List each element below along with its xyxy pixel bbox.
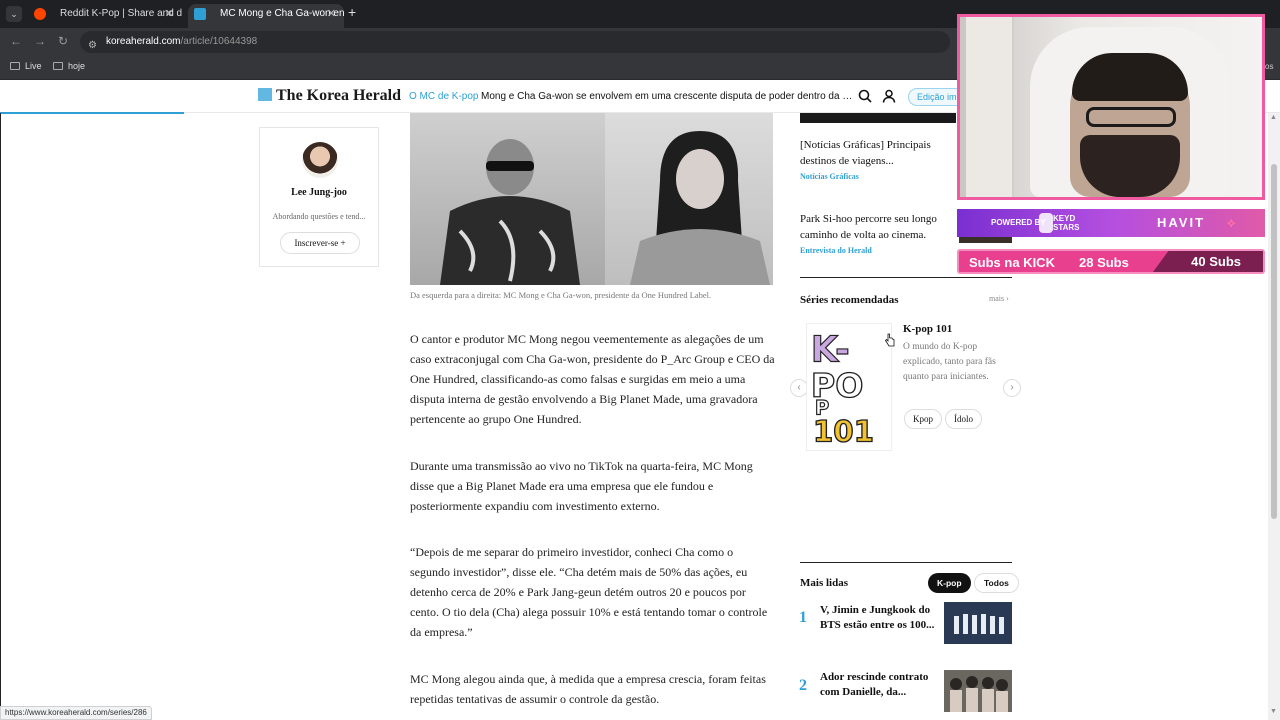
close-icon[interactable]: ✕ — [165, 4, 174, 24]
tab-title: MC Mong e Cha Ga-won envolv — [220, 8, 344, 19]
webcam-beard — [1080, 135, 1180, 197]
bookmark-live[interactable]: Live — [10, 61, 42, 71]
author-card: Lee Jung-joo Abordando questões e tend..… — [259, 127, 379, 267]
sidebar-story-category[interactable]: Entrevista do Herald — [800, 246, 872, 255]
tab-search-icon[interactable]: ⌄ — [6, 6, 22, 22]
most-read-title[interactable]: V, Jimin e Jungkook do BTS estão entre o… — [820, 603, 938, 633]
article-photo — [410, 113, 773, 285]
author-name[interactable]: Lee Jung-joo — [260, 187, 378, 198]
subs-goal-segment: 40 Subs — [1153, 251, 1263, 272]
most-read-heading: Mais lidas — [800, 577, 848, 589]
screen: ⌄ Reddit K-Pop | Share and disco ✕ MC Mo… — [0, 0, 1280, 720]
site-info-icon[interactable]: ⚙ — [88, 35, 97, 57]
back-icon[interactable]: ← — [10, 34, 22, 48]
scroll-down-icon[interactable]: ▼ — [1270, 708, 1277, 715]
most-read-title[interactable]: Ador rescinde contrato com Danielle, da.… — [820, 670, 938, 700]
most-read-thumbnail[interactable] — [944, 602, 1012, 644]
carousel-next-icon[interactable]: › — [1003, 379, 1021, 397]
new-tab-icon[interactable]: + — [348, 4, 356, 20]
tag-idolo[interactable]: Ídolo — [945, 409, 982, 429]
keyd-stars-label: KEYD STARS — [1053, 214, 1080, 232]
tab-kpop[interactable]: K-pop — [928, 573, 971, 593]
person-figure — [630, 131, 770, 285]
scrollbar-thumb[interactable] — [1271, 164, 1277, 519]
subs-goal: 40 Subs — [1191, 254, 1241, 269]
sidebar-story-title[interactable]: Park Si-hoo percorre seu longo caminho d… — [800, 211, 950, 243]
reddit-favicon-icon — [34, 8, 46, 20]
section-divider — [800, 277, 1012, 278]
tab-todos[interactable]: Todos — [974, 573, 1019, 593]
tab-reddit[interactable]: Reddit K-Pop | Share and disco ✕ — [28, 4, 182, 28]
herald-favicon-icon — [194, 8, 206, 20]
keyd-logo-icon — [1039, 213, 1053, 233]
subscribe-button[interactable]: Inscrever-se + — [280, 232, 360, 254]
url-bar[interactable]: ⚙ koreaherald.com/article/10644398 — [80, 31, 950, 53]
bookmarks-overflow: os — [1265, 62, 1274, 71]
sidebar-story-title[interactable]: [Notícias Gráficas] Principais destinos … — [800, 137, 950, 169]
folder-icon — [53, 62, 63, 70]
svg-text:101: 101 — [813, 415, 874, 449]
logo-mark-icon — [258, 88, 272, 101]
webcam-glasses — [1086, 107, 1176, 127]
havit-label: HAVIT — [1157, 215, 1206, 230]
section-divider — [800, 562, 1012, 563]
subs-count: 28 Subs — [1079, 255, 1129, 270]
url-path: /article/10644398 — [180, 36, 258, 47]
kpop-101-logo: K- PO P 101 — [810, 329, 874, 449]
author-description: Abordando questões e tend... — [272, 212, 366, 221]
webcam-overlay — [957, 14, 1265, 200]
article-paragraph: “Depois de me separar do primeiro invest… — [410, 545, 768, 639]
author-avatar[interactable] — [302, 142, 338, 178]
sponsor-banner: POWERED BY KEYD STARS HAVIT ⟡ — [957, 209, 1265, 237]
tag-kpop[interactable]: Kpop — [904, 409, 942, 429]
powered-by-label: POWERED BY — [991, 218, 1046, 227]
hand-cursor-icon — [885, 333, 895, 347]
window-edge — [0, 113, 1, 720]
reload-icon[interactable]: ↻ — [58, 34, 68, 48]
subs-label: Subs na KICK — [969, 255, 1055, 270]
scroll-up-icon[interactable]: ▲ — [1270, 114, 1277, 121]
webcam-shelf — [966, 17, 1014, 197]
person-figure — [440, 139, 580, 285]
article-paragraph: MC Mong alegou ainda que, à medida que a… — [410, 672, 766, 706]
sidebar-story-category[interactable]: Notícias Gráficas — [800, 172, 859, 181]
article-paragraph: O cantor e produtor MC Mong negou veemen… — [410, 332, 775, 426]
site-logo[interactable]: The Korea Herald — [258, 87, 401, 105]
forward-icon[interactable]: → — [34, 34, 46, 48]
series-title[interactable]: K-pop 101 — [903, 323, 952, 335]
webcam-hair — [1072, 53, 1188, 101]
rank-number: 1 — [799, 609, 807, 626]
havit-logo-icon: ⟡ — [1227, 215, 1236, 230]
sidebar-image-strip — [800, 113, 956, 123]
header-article-title: Mong e Cha Ga-won se envolvem em uma cre… — [481, 91, 856, 102]
tab-title: Reddit K-Pop | Share and disco — [60, 8, 182, 19]
status-bar-url: https://www.koreaherald.com/series/286 — [0, 706, 152, 720]
most-read-thumbnail[interactable] — [944, 670, 1012, 712]
svg-text:K-: K- — [811, 330, 850, 371]
article-paragraph: Durante uma transmissão ao vivo no TikTo… — [410, 459, 753, 513]
reading-progress-bar — [0, 112, 184, 114]
user-icon[interactable] — [882, 89, 896, 103]
rank-number: 2 — [799, 677, 807, 694]
photo-caption: Da esquerda para a direita: MC Mong e Ch… — [410, 290, 712, 300]
series-cover-image[interactable]: K- PO P 101 — [806, 323, 892, 451]
series-heading: Séries recomendadas — [800, 294, 899, 306]
search-icon[interactable] — [858, 89, 872, 103]
tab-korea-herald[interactable]: MC Mong e Cha Ga-won envolv ✕ — [188, 4, 344, 28]
subs-goal-bar: Subs na KICK 28 Subs 40 Subs — [957, 249, 1265, 274]
url-host: koreaherald.com — [106, 36, 181, 47]
folder-icon — [10, 62, 20, 70]
bookmark-hoje[interactable]: hoje — [53, 61, 85, 71]
series-description: O mundo do K-pop explicado, tanto para f… — [903, 342, 996, 382]
section-link[interactable]: O MC de K-pop — [409, 91, 478, 102]
more-link[interactable]: mais › — [989, 294, 1009, 303]
close-icon[interactable]: ✕ — [327, 4, 336, 24]
